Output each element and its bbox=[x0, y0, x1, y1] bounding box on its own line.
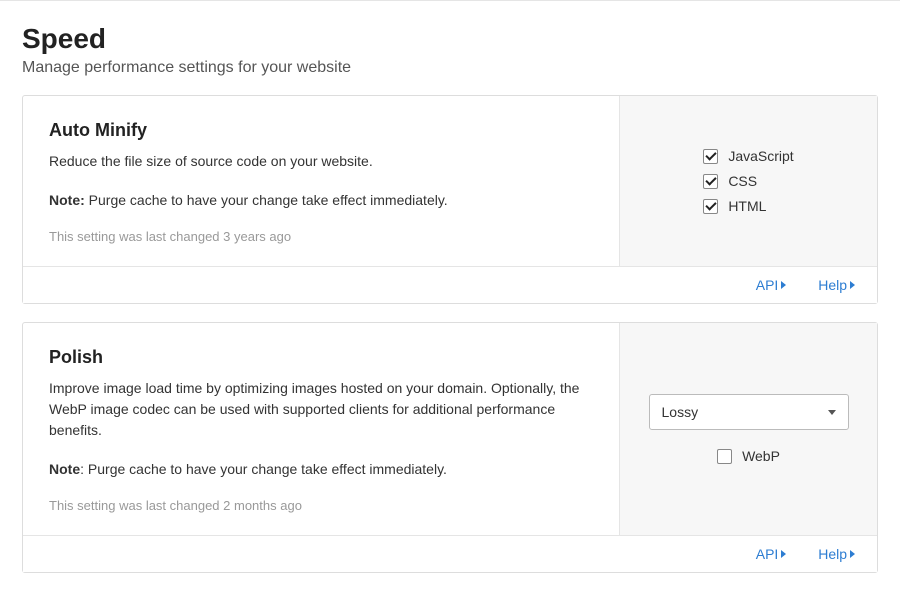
checkbox-icon bbox=[703, 149, 718, 164]
help-link-label: Help bbox=[818, 277, 847, 293]
checkbox-label: JavaScript bbox=[728, 148, 793, 164]
polish-controls: Lossy WebP bbox=[619, 323, 877, 535]
help-link-label: Help bbox=[818, 546, 847, 562]
note-text: Purge cache to have your change take eff… bbox=[85, 192, 448, 208]
api-link-label: API bbox=[756, 277, 779, 293]
page-title: Speed bbox=[22, 23, 878, 55]
minify-checkbox-group: JavaScript CSS HTML bbox=[703, 148, 793, 214]
api-link[interactable]: API bbox=[756, 546, 787, 562]
select-value: Lossy bbox=[662, 404, 699, 420]
chevron-down-icon bbox=[828, 410, 836, 415]
css-checkbox[interactable]: CSS bbox=[703, 173, 793, 189]
polish-description: Improve image load time by optimizing im… bbox=[49, 378, 593, 441]
card-left: Polish Improve image load time by optimi… bbox=[23, 323, 619, 535]
page-subtitle: Manage performance settings for your web… bbox=[22, 59, 878, 77]
caret-right-icon bbox=[850, 550, 855, 558]
note-label: Note: bbox=[49, 192, 85, 208]
checkbox-label: WebP bbox=[742, 448, 780, 464]
polish-card: Polish Improve image load time by optimi… bbox=[22, 322, 878, 573]
polish-title: Polish bbox=[49, 347, 593, 368]
help-link[interactable]: Help bbox=[818, 277, 855, 293]
webp-checkbox[interactable]: WebP bbox=[717, 448, 780, 464]
card-footer: API Help bbox=[23, 535, 877, 572]
html-checkbox[interactable]: HTML bbox=[703, 198, 793, 214]
javascript-checkbox[interactable]: JavaScript bbox=[703, 148, 793, 164]
note-text: : Purge cache to have your change take e… bbox=[80, 461, 447, 477]
auto-minify-card: Auto Minify Reduce the file size of sour… bbox=[22, 95, 878, 304]
auto-minify-description: Reduce the file size of source code on y… bbox=[49, 151, 593, 172]
auto-minify-meta: This setting was last changed 3 years ag… bbox=[49, 229, 593, 244]
card-footer: API Help bbox=[23, 266, 877, 303]
help-link[interactable]: Help bbox=[818, 546, 855, 562]
auto-minify-title: Auto Minify bbox=[49, 120, 593, 141]
api-link-label: API bbox=[756, 546, 779, 562]
auto-minify-controls: JavaScript CSS HTML bbox=[619, 96, 877, 266]
checkbox-label: CSS bbox=[728, 173, 757, 189]
caret-right-icon bbox=[781, 281, 786, 289]
polish-note: Note: Purge cache to have your change ta… bbox=[49, 459, 593, 480]
card-left: Auto Minify Reduce the file size of sour… bbox=[23, 96, 619, 266]
checkbox-icon bbox=[703, 199, 718, 214]
api-link[interactable]: API bbox=[756, 277, 787, 293]
card-body: Auto Minify Reduce the file size of sour… bbox=[23, 96, 877, 266]
note-label: Note bbox=[49, 461, 80, 477]
checkbox-icon bbox=[703, 174, 718, 189]
page-header: Speed Manage performance settings for yo… bbox=[22, 1, 878, 95]
caret-right-icon bbox=[850, 281, 855, 289]
polish-select[interactable]: Lossy bbox=[649, 394, 849, 430]
card-body: Polish Improve image load time by optimi… bbox=[23, 323, 877, 535]
checkbox-label: HTML bbox=[728, 198, 766, 214]
polish-meta: This setting was last changed 2 months a… bbox=[49, 498, 593, 513]
checkbox-icon bbox=[717, 449, 732, 464]
caret-right-icon bbox=[781, 550, 786, 558]
auto-minify-note: Note: Purge cache to have your change ta… bbox=[49, 190, 593, 211]
